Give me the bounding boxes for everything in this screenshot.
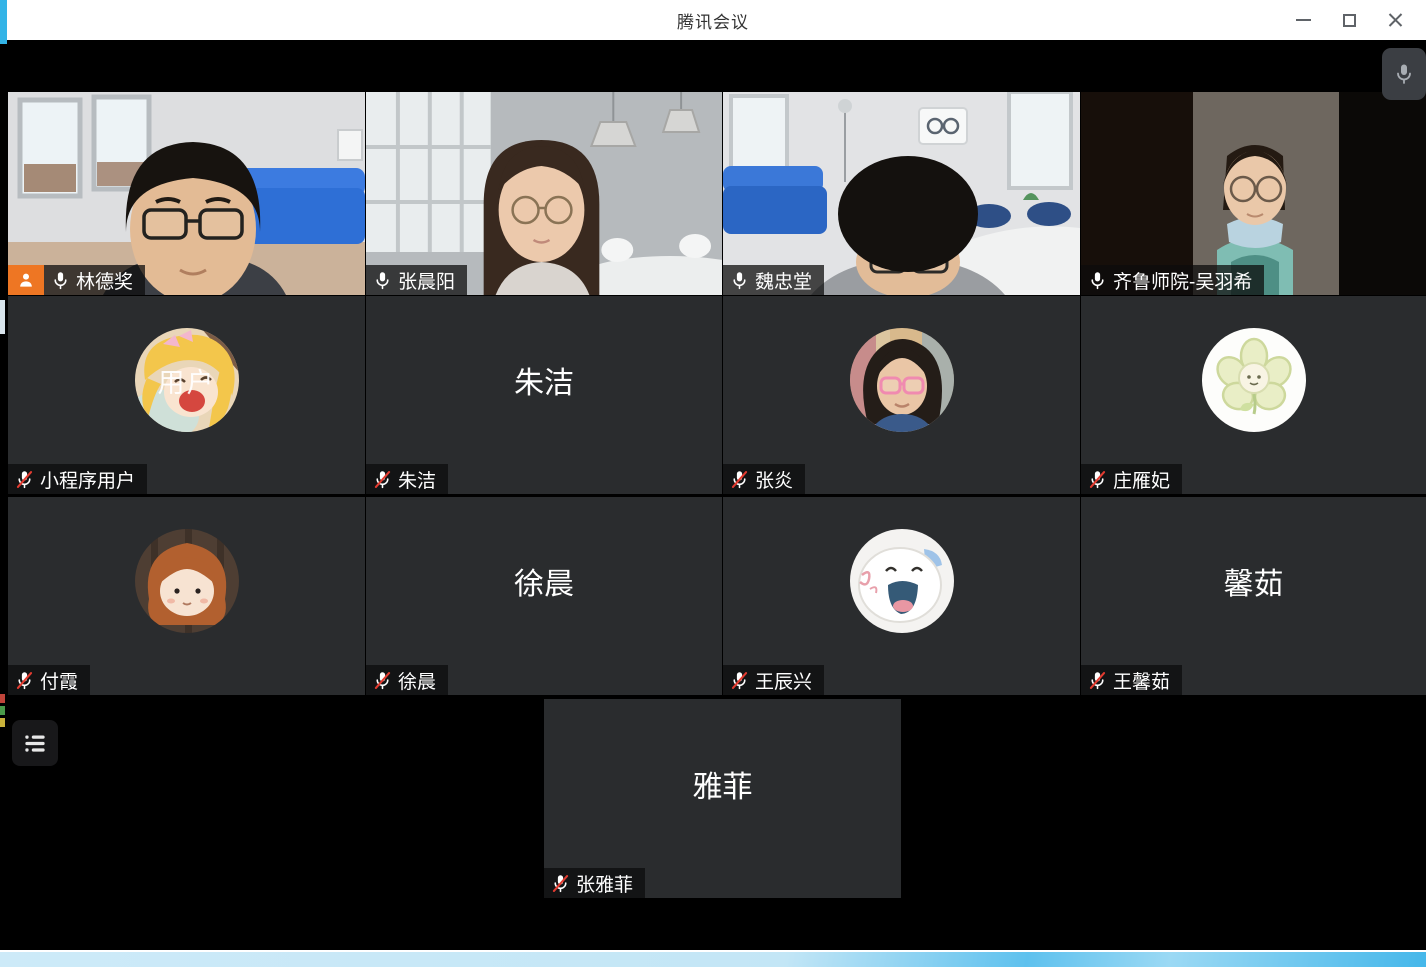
tencent-meeting-window: 腾讯会议 [0, 0, 1426, 967]
mic-muted-icon [1087, 469, 1108, 490]
participant-name: 小程序用户 [40, 466, 135, 493]
participant-name: 徐晨 [398, 667, 436, 694]
mic-muted-icon [372, 469, 393, 490]
avatar [850, 328, 954, 432]
participant-name-label: 张雅菲 [544, 868, 645, 898]
video-tile-active-speaker[interactable]: 齐鲁师院-吴羽希 [1081, 92, 1426, 295]
taskbar-sliver [0, 694, 5, 703]
participant-name-label: 小程序用户 [8, 464, 147, 494]
microphone-icon [1392, 62, 1416, 86]
mic-muted-icon [550, 873, 571, 894]
participant-tile[interactable]: 馨茹 王馨茹 [1081, 497, 1426, 695]
participant-tile[interactable]: 张炎 [723, 296, 1080, 494]
participant-name: 朱洁 [398, 466, 436, 493]
participant-name-label: 齐鲁师院-吴羽希 [1081, 265, 1264, 295]
participant-name-label: 王馨茹 [1081, 665, 1182, 695]
avatar [135, 529, 239, 633]
mic-muted-icon [729, 469, 750, 490]
maximize-icon [1343, 14, 1356, 27]
participant-name-label: 王辰兴 [723, 665, 824, 695]
participant-tile[interactable]: 徐晨 徐晨 [366, 497, 722, 695]
minimize-button[interactable] [1280, 0, 1326, 40]
participant-name-label: 魏忠堂 [723, 265, 824, 295]
host-badge [8, 265, 44, 295]
background-window-sliver [0, 0, 7, 44]
participant-tile[interactable]: 付霞 [8, 497, 365, 695]
member-list-button[interactable] [12, 720, 58, 766]
participant-name: 庄雁妃 [1113, 466, 1170, 493]
participant-name: 林德奖 [76, 267, 133, 294]
window-title: 腾讯会议 [677, 8, 749, 33]
participant-tile[interactable]: 朱洁 朱洁 [366, 296, 722, 494]
avatar-overlay-text: 用户 [135, 328, 239, 432]
desktop-wallpaper-strip [0, 950, 1426, 967]
participant-name: 齐鲁师院-吴羽希 [1113, 267, 1252, 294]
participant-name-label: 林德奖 [44, 265, 145, 295]
participant-name-label: 朱洁 [366, 464, 448, 494]
taskbar-sliver [0, 706, 5, 715]
participant-tile[interactable]: 王辰兴 [723, 497, 1080, 695]
avatar: 用户 [135, 328, 239, 432]
participant-display-name: 馨茹 [1224, 559, 1284, 603]
host-person-icon [16, 270, 36, 290]
participant-name: 王馨茹 [1113, 667, 1170, 694]
maximize-button[interactable] [1326, 0, 1372, 40]
participant-name: 张晨阳 [398, 267, 455, 294]
video-tile[interactable]: 魏忠堂 [723, 92, 1080, 295]
member-list-icon [20, 728, 50, 758]
participant-display-name: 徐晨 [514, 559, 574, 603]
mic-on-icon [729, 270, 750, 291]
participant-name: 魏忠堂 [755, 267, 812, 294]
mic-on-icon [1087, 270, 1108, 291]
video-tile[interactable]: 张晨阳 [366, 92, 722, 295]
close-icon [1388, 13, 1403, 28]
participant-tile[interactable]: 用户 小程序用户 [8, 296, 365, 494]
participant-name-label: 张炎 [723, 464, 805, 494]
mic-muted-icon [372, 670, 393, 691]
participant-name-label: 庄雁妃 [1081, 464, 1182, 494]
participant-tile[interactable]: 雅菲 张雅菲 [544, 699, 901, 898]
mic-muted-icon [14, 469, 35, 490]
avatar [850, 529, 954, 633]
participant-name-label: 张晨阳 [366, 265, 467, 295]
close-button[interactable] [1372, 0, 1418, 40]
participant-name: 王辰兴 [755, 667, 812, 694]
participant-tile[interactable]: 庄雁妃 [1081, 296, 1426, 494]
mic-muted-icon [1087, 670, 1108, 691]
mic-muted-icon [14, 670, 35, 691]
background-window-sliver [0, 300, 5, 334]
mic-on-icon [50, 270, 71, 291]
mic-control-button[interactable] [1382, 48, 1426, 100]
participant-name: 付霞 [40, 667, 78, 694]
minimize-icon [1296, 19, 1311, 21]
title-bar: 腾讯会议 [0, 0, 1426, 40]
participant-name-label: 徐晨 [366, 665, 448, 695]
video-tile-host[interactable]: 林德奖 [8, 92, 365, 295]
window-controls [1280, 0, 1418, 40]
video-grid: 林德奖 [0, 40, 1426, 950]
taskbar-sliver [0, 718, 5, 727]
mic-muted-icon [729, 670, 750, 691]
participant-name-label: 付霞 [8, 665, 90, 695]
participant-display-name: 朱洁 [514, 358, 574, 402]
participant-name: 张雅菲 [576, 870, 633, 897]
participant-display-name: 雅菲 [693, 762, 753, 806]
mic-on-icon [372, 270, 393, 291]
avatar [1202, 328, 1306, 432]
participant-name: 张炎 [755, 466, 793, 493]
